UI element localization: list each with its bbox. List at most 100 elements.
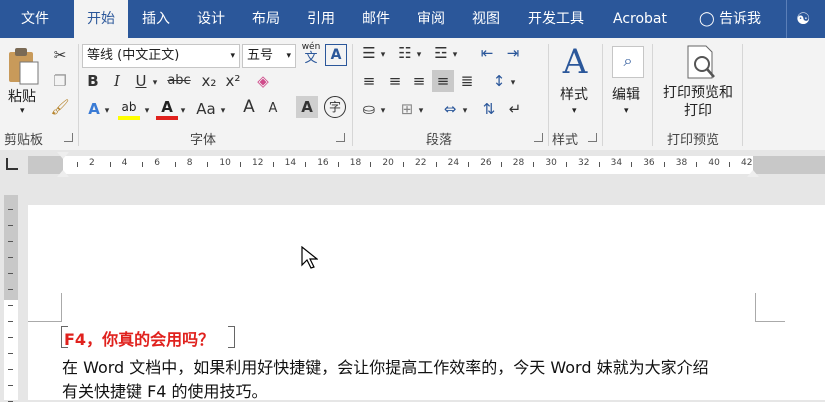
increase-indent-icon[interactable]: ⇥ <box>502 42 524 64</box>
paste-dropdown-icon[interactable]: ▾ <box>20 106 25 116</box>
ruler-tick-label: 22 <box>415 158 427 168</box>
underline-button[interactable]: U <box>132 70 150 92</box>
show-marks-icon[interactable]: ↵ <box>504 98 526 120</box>
numbering-icon[interactable]: ☷ <box>394 42 416 64</box>
chevron-down-icon[interactable]: ▾ <box>178 100 188 122</box>
paragraph-launcher-icon[interactable] <box>534 133 543 142</box>
font-name-select[interactable]: 等线 (中文正文) ▾ <box>82 44 240 68</box>
distributed-icon[interactable]: ≣ <box>456 70 478 92</box>
superscript-button[interactable]: x² <box>222 70 244 92</box>
tab-references[interactable]: 引用 <box>297 0 345 38</box>
line-spacing-icon[interactable]: ↕ <box>488 70 510 92</box>
tab-insert[interactable]: 插入 <box>132 0 180 38</box>
group-separator <box>352 44 353 146</box>
tab-design[interactable]: 设计 <box>187 0 235 38</box>
phonetic-guide-icon[interactable]: wén 文 <box>300 42 322 68</box>
justify-icon[interactable]: ≡ <box>432 70 454 92</box>
tab-layout[interactable]: 布局 <box>242 0 290 38</box>
enclose-characters-button[interactable]: 字 <box>324 96 346 118</box>
chevron-down-icon[interactable]: ▾ <box>572 106 577 116</box>
text-effects-icon[interactable]: A <box>84 98 104 120</box>
chevron-down-icon[interactable]: ▾ <box>142 100 152 122</box>
ruler-tick-mark <box>729 162 730 167</box>
chevron-down-icon[interactable]: ▾ <box>416 100 426 122</box>
font-launcher-icon[interactable] <box>336 133 345 142</box>
editing-button-label[interactable]: 编辑 <box>612 84 640 104</box>
underline-dropdown-icon[interactable]: ▾ <box>150 72 160 94</box>
chevron-down-icon[interactable]: ▾ <box>508 72 518 94</box>
paste-icon[interactable] <box>6 46 40 86</box>
paste-button-label[interactable]: 粘贴 <box>8 86 36 106</box>
hanging-indent-marker[interactable] <box>57 170 69 177</box>
multilevel-list-icon[interactable]: ☲ <box>430 42 452 64</box>
chinese-layout-icon[interactable]: ⇔ <box>438 98 462 120</box>
tab-view[interactable]: 视图 <box>462 0 510 38</box>
chevron-down-icon[interactable]: ▾ <box>450 44 460 66</box>
ruler-tick-mark <box>500 162 502 167</box>
borders-icon[interactable]: ⊞ <box>396 98 418 120</box>
bullets-icon[interactable]: ☰ <box>358 42 380 64</box>
font-size-select[interactable]: 五号 ▾ <box>242 44 296 68</box>
chevron-down-icon[interactable]: ▾ <box>624 106 629 116</box>
strikethrough-button[interactable]: abc <box>164 70 194 92</box>
clear-formatting-icon[interactable]: ◈ <box>252 70 274 92</box>
align-left-icon[interactable]: ≡ <box>358 70 380 92</box>
align-center-icon[interactable]: ≡ <box>384 70 406 92</box>
document-paragraph-line-1[interactable]: 在 Word 文档中，如果利用好快捷键，会让你提高工作效率的，今天 Word 妹… <box>62 354 709 378</box>
chevron-down-icon[interactable]: ▾ <box>460 100 470 122</box>
document-paragraph-line-2[interactable]: 有关快捷键 F4 的使用技巧。 <box>62 378 268 402</box>
print-preview-button[interactable]: 打印预览和 打印 <box>658 84 738 120</box>
ruler-tick-mark <box>240 162 241 167</box>
print-preview-icon[interactable] <box>684 44 718 80</box>
styles-button-label[interactable]: 样式 <box>560 84 588 104</box>
tab-acrobat[interactable]: Acrobat <box>605 0 675 38</box>
tell-me-search[interactable]: ◯ 告诉我 <box>690 0 770 38</box>
tab-review[interactable]: 审阅 <box>407 0 455 38</box>
character-shading-button[interactable]: A <box>296 96 318 118</box>
cut-icon[interactable]: ✂ <box>50 44 70 66</box>
horizontal-ruler[interactable]: 2 4 6 8 10 12 14 16 18 20 22 24 26 28 30 32 34 36 38 40 42 <box>0 150 825 180</box>
character-border-icon[interactable]: A <box>325 44 347 66</box>
tab-mailings[interactable]: 邮件 <box>352 0 400 38</box>
tab-file[interactable]: 文件 <box>6 0 64 38</box>
grow-font-button[interactable]: A <box>238 96 260 118</box>
ruler-tick-label: 8 <box>186 158 193 168</box>
change-case-button[interactable]: Aa <box>192 98 220 120</box>
vruler-tick-mark <box>8 321 13 322</box>
share-person-icon[interactable]: ☯ <box>796 9 816 29</box>
decrease-indent-icon[interactable]: ⇤ <box>476 42 498 64</box>
ruler-tick-mark <box>77 162 78 167</box>
font-color-icon[interactable]: A <box>156 98 178 122</box>
shading-bucket-icon[interactable]: ⛀ <box>358 98 380 120</box>
chevron-down-icon[interactable]: ▾ <box>414 44 424 66</box>
tab-home[interactable]: 开始 <box>74 0 128 40</box>
vruler-tick-mark <box>8 209 13 210</box>
chevron-down-icon[interactable]: ▾ <box>218 100 228 122</box>
right-indent-marker[interactable] <box>747 170 759 177</box>
ruler-tick-mark <box>142 162 144 167</box>
search-icon[interactable]: ⌕ <box>612 46 644 78</box>
chevron-down-icon[interactable]: ▾ <box>102 100 112 122</box>
ruler-tick-mark <box>696 162 698 167</box>
align-right-icon[interactable]: ≡ <box>408 70 430 92</box>
first-line-indent-marker[interactable] <box>57 152 69 159</box>
italic-button[interactable]: I <box>108 70 126 92</box>
copy-icon[interactable]: ❐ <box>50 70 70 92</box>
chevron-down-icon[interactable]: ▾ <box>378 44 388 66</box>
clipboard-launcher-icon[interactable] <box>64 133 73 142</box>
vertical-ruler[interactable] <box>0 195 22 402</box>
styles-launcher-icon[interactable] <box>588 133 597 142</box>
styles-icon[interactable]: A <box>556 44 594 80</box>
tab-developer[interactable]: 开发工具 <box>520 0 592 38</box>
tab-selector-icon[interactable] <box>6 158 18 170</box>
bold-button[interactable]: B <box>84 70 102 92</box>
format-painter-icon[interactable]: 🖌 <box>50 96 70 118</box>
ruler-tick-mark <box>598 162 600 167</box>
vruler-tick-mark <box>8 273 13 274</box>
document-heading[interactable]: F4，你真的会用吗？ <box>64 326 214 350</box>
highlight-color-icon[interactable]: ab <box>118 98 140 122</box>
subscript-button[interactable]: x₂ <box>198 70 220 92</box>
sort-icon[interactable]: ⇅ <box>478 98 500 120</box>
chevron-down-icon[interactable]: ▾ <box>378 100 388 122</box>
shrink-font-button[interactable]: A <box>262 98 284 120</box>
